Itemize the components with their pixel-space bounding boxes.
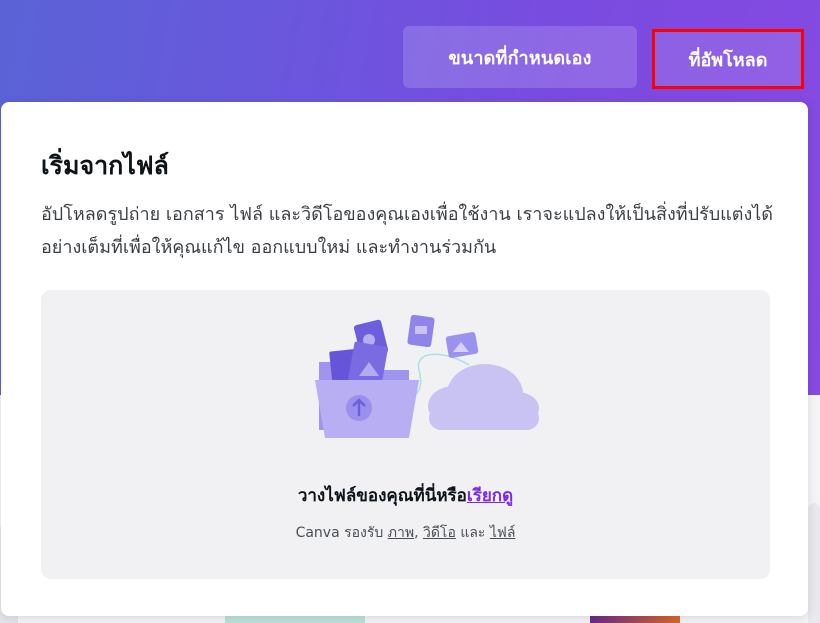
uploads-label: ที่อัพโหลด	[688, 49, 768, 71]
upload-folder-cloud-illustration	[315, 314, 539, 438]
browse-link[interactable]: เรียกดู	[467, 486, 513, 506]
photos-link[interactable]: ภาพ	[388, 525, 414, 541]
separator: ,	[414, 525, 419, 541]
supports-prefix: Canva รองรับ	[295, 525, 384, 541]
panel-title: เริ่มจากไฟล์	[41, 151, 169, 180]
start-from-file-panel: เริ่มจากไฟล์ อัปโหลดรูปถ่าย เอกสาร ไฟล์ …	[1, 102, 808, 616]
custom-size-label: ขนาดที่กำหนดเอง	[448, 47, 592, 69]
drop-text: วางไฟล์ของคุณที่นี่หรือ	[297, 486, 467, 506]
panel-description: อัปโหลดรูปถ่าย เอกสาร ไฟล์ และวิดีโอของค…	[41, 204, 773, 258]
flying-file-icon	[445, 332, 479, 358]
uploads-button[interactable]: ที่อัพโหลด	[652, 29, 804, 89]
videos-link[interactable]: วิดีโอ	[423, 525, 456, 541]
and-text: และ	[460, 525, 486, 541]
supported-formats-text: Canva รองรับ ภาพ, วิดีโอ และ ไฟล์	[41, 522, 770, 544]
cloud-icon	[428, 364, 539, 430]
file-dropzone[interactable]: วางไฟล์ของคุณที่นี่หรือเรียกดู Canva รอง…	[41, 290, 770, 579]
flying-file-icon	[407, 314, 435, 348]
files-link[interactable]: ไฟล์	[490, 525, 516, 541]
background-thumbnail	[808, 503, 820, 623]
folder-icon	[315, 341, 419, 438]
custom-size-button[interactable]: ขนาดที่กำหนดเอง	[403, 26, 637, 88]
drop-instruction: วางไฟล์ของคุณที่นี่หรือเรียกดู	[41, 482, 770, 509]
